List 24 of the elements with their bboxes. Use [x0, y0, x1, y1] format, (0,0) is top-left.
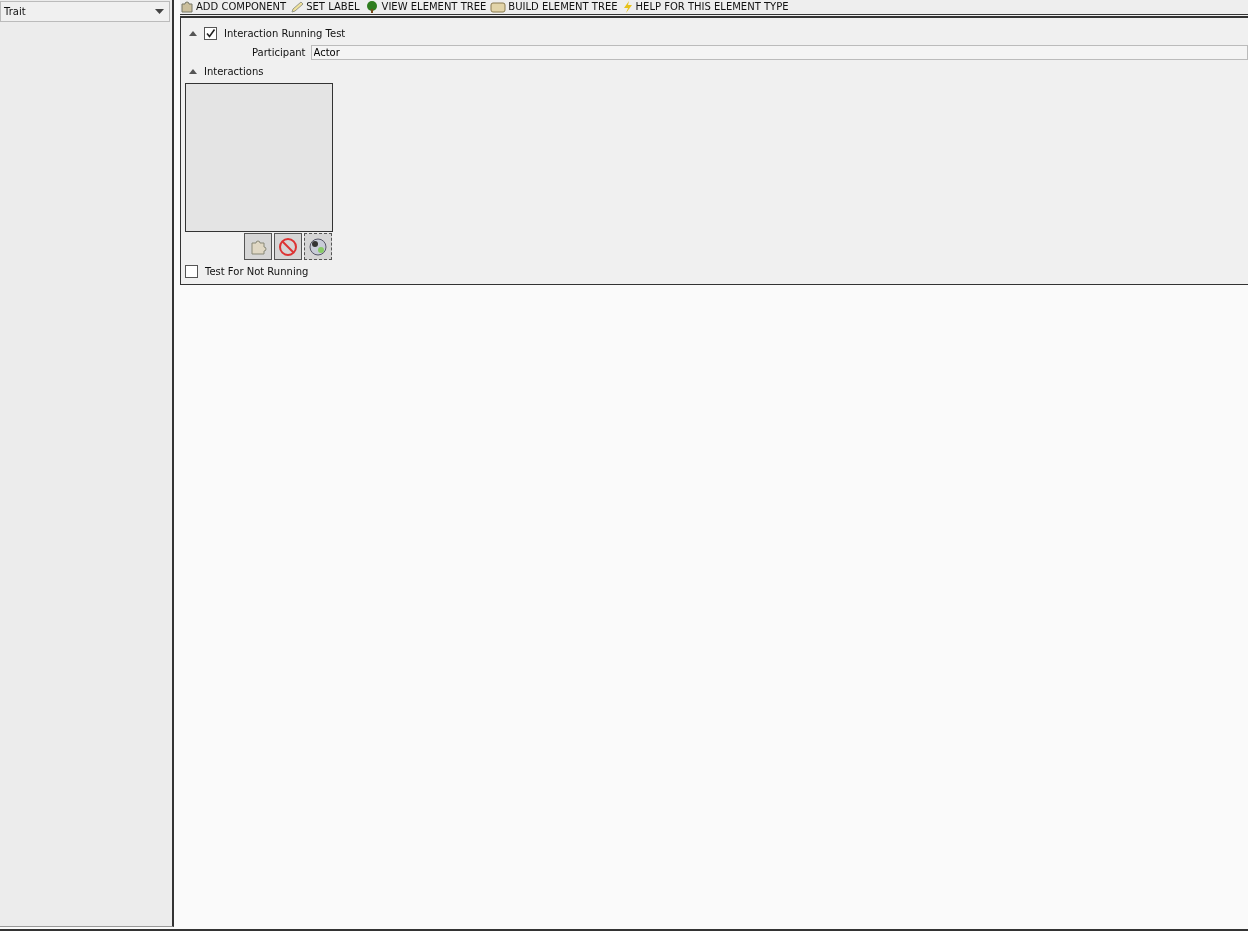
dropdown[interactable]: Trait	[0, 1, 170, 22]
participant-field[interactable]: Actor	[310, 44, 1248, 60]
toolbar-button[interactable]: BUILD ELEMENT TREE	[490, 0, 618, 13]
checkbox[interactable]	[185, 265, 198, 279]
field-label: Participant	[252, 46, 306, 58]
checkbox[interactable]	[204, 26, 217, 40]
checkbox-label: Interaction Running Test	[224, 27, 346, 39]
toolbar-button[interactable]: SET LABEL	[290, 0, 360, 13]
toolbar-button[interactable]: HELP FOR THIS ELEMENT TYPE	[621, 0, 789, 13]
lightning-icon	[621, 0, 634, 13]
toolbar-button[interactable]: VIEW ELEMENT TREE	[363, 0, 487, 13]
prohibited-icon	[278, 236, 298, 257]
toolbar-button[interactable]: ADD COMPONENT	[180, 0, 287, 13]
remove-button[interactable]	[274, 233, 302, 261]
edit-button[interactable]	[304, 233, 332, 261]
disc-icon	[308, 236, 328, 257]
interactions-list[interactable]	[185, 82, 333, 233]
add-button[interactable]	[244, 233, 272, 261]
collapse-icon[interactable]	[189, 30, 197, 36]
caret-icon	[155, 9, 164, 14]
section-label: Interactions	[204, 65, 264, 77]
collapse-icon[interactable]	[189, 68, 197, 74]
pencil-icon	[290, 0, 305, 13]
checkbox-label: Test For Not Running	[205, 266, 309, 278]
